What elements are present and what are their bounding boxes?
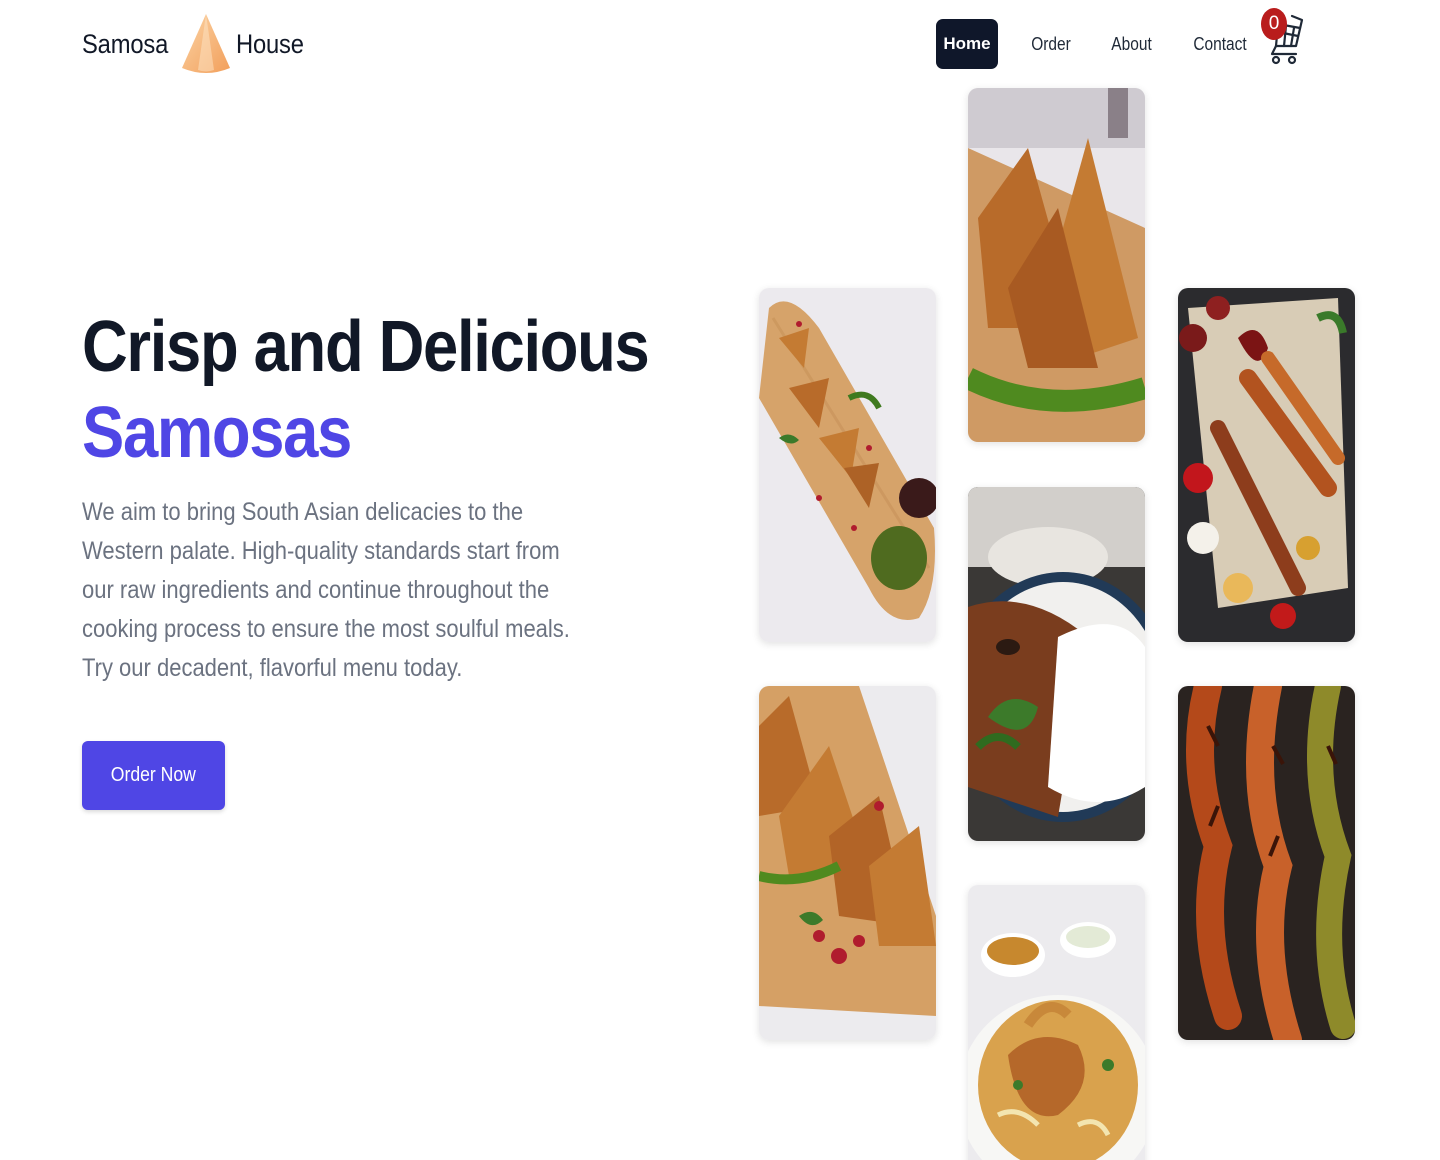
nav-order[interactable]: Order (1021, 19, 1081, 69)
gallery-image-kebab-platter[interactable] (1178, 288, 1355, 642)
hero-description: We aim to bring South Asian delicacies t… (82, 498, 570, 682)
brand-word-right: House (236, 28, 304, 59)
gallery-image-tandoori-skewers[interactable] (1178, 686, 1355, 1040)
kebab-platter-image (1178, 288, 1355, 642)
curry-rice-image (968, 487, 1145, 841)
cart-button[interactable]: 0 (1258, 6, 1308, 70)
tandoori-skewers-image (1178, 686, 1355, 1040)
gallery-image-curry-rice[interactable] (968, 487, 1145, 841)
gallery-image-samosa-tray[interactable] (759, 686, 936, 1040)
main-nav: Home Order About Contact (936, 19, 1263, 69)
hero-title-line1: Crisp and Delicious (82, 307, 650, 387)
gallery-image-samosa-board[interactable] (759, 288, 936, 642)
samosa-chili-image (968, 88, 1145, 442)
nav-about[interactable]: About (1101, 19, 1162, 69)
gallery-image-samosa-chili[interactable] (968, 88, 1145, 442)
biryani-image (968, 885, 1145, 1160)
cart-count-badge: 0 (1261, 8, 1287, 40)
gallery-image-biryani[interactable] (968, 885, 1145, 1160)
order-now-button[interactable]: Order Now (82, 741, 225, 810)
brand-logo[interactable]: Samosa House (82, 8, 313, 80)
brand-word-left: Samosa (82, 28, 169, 59)
samosa-board-image (759, 288, 936, 642)
hero-title: Crisp and Delicious Samosas (82, 304, 650, 476)
nav-home[interactable]: Home (936, 19, 998, 69)
samosa-tray-image (759, 686, 936, 1040)
samosa-triangle-icon (182, 14, 230, 73)
order-now-label: Order Now (110, 764, 197, 786)
nav-contact[interactable]: Contact (1183, 19, 1257, 69)
hero-title-accent: Samosas (82, 393, 352, 473)
